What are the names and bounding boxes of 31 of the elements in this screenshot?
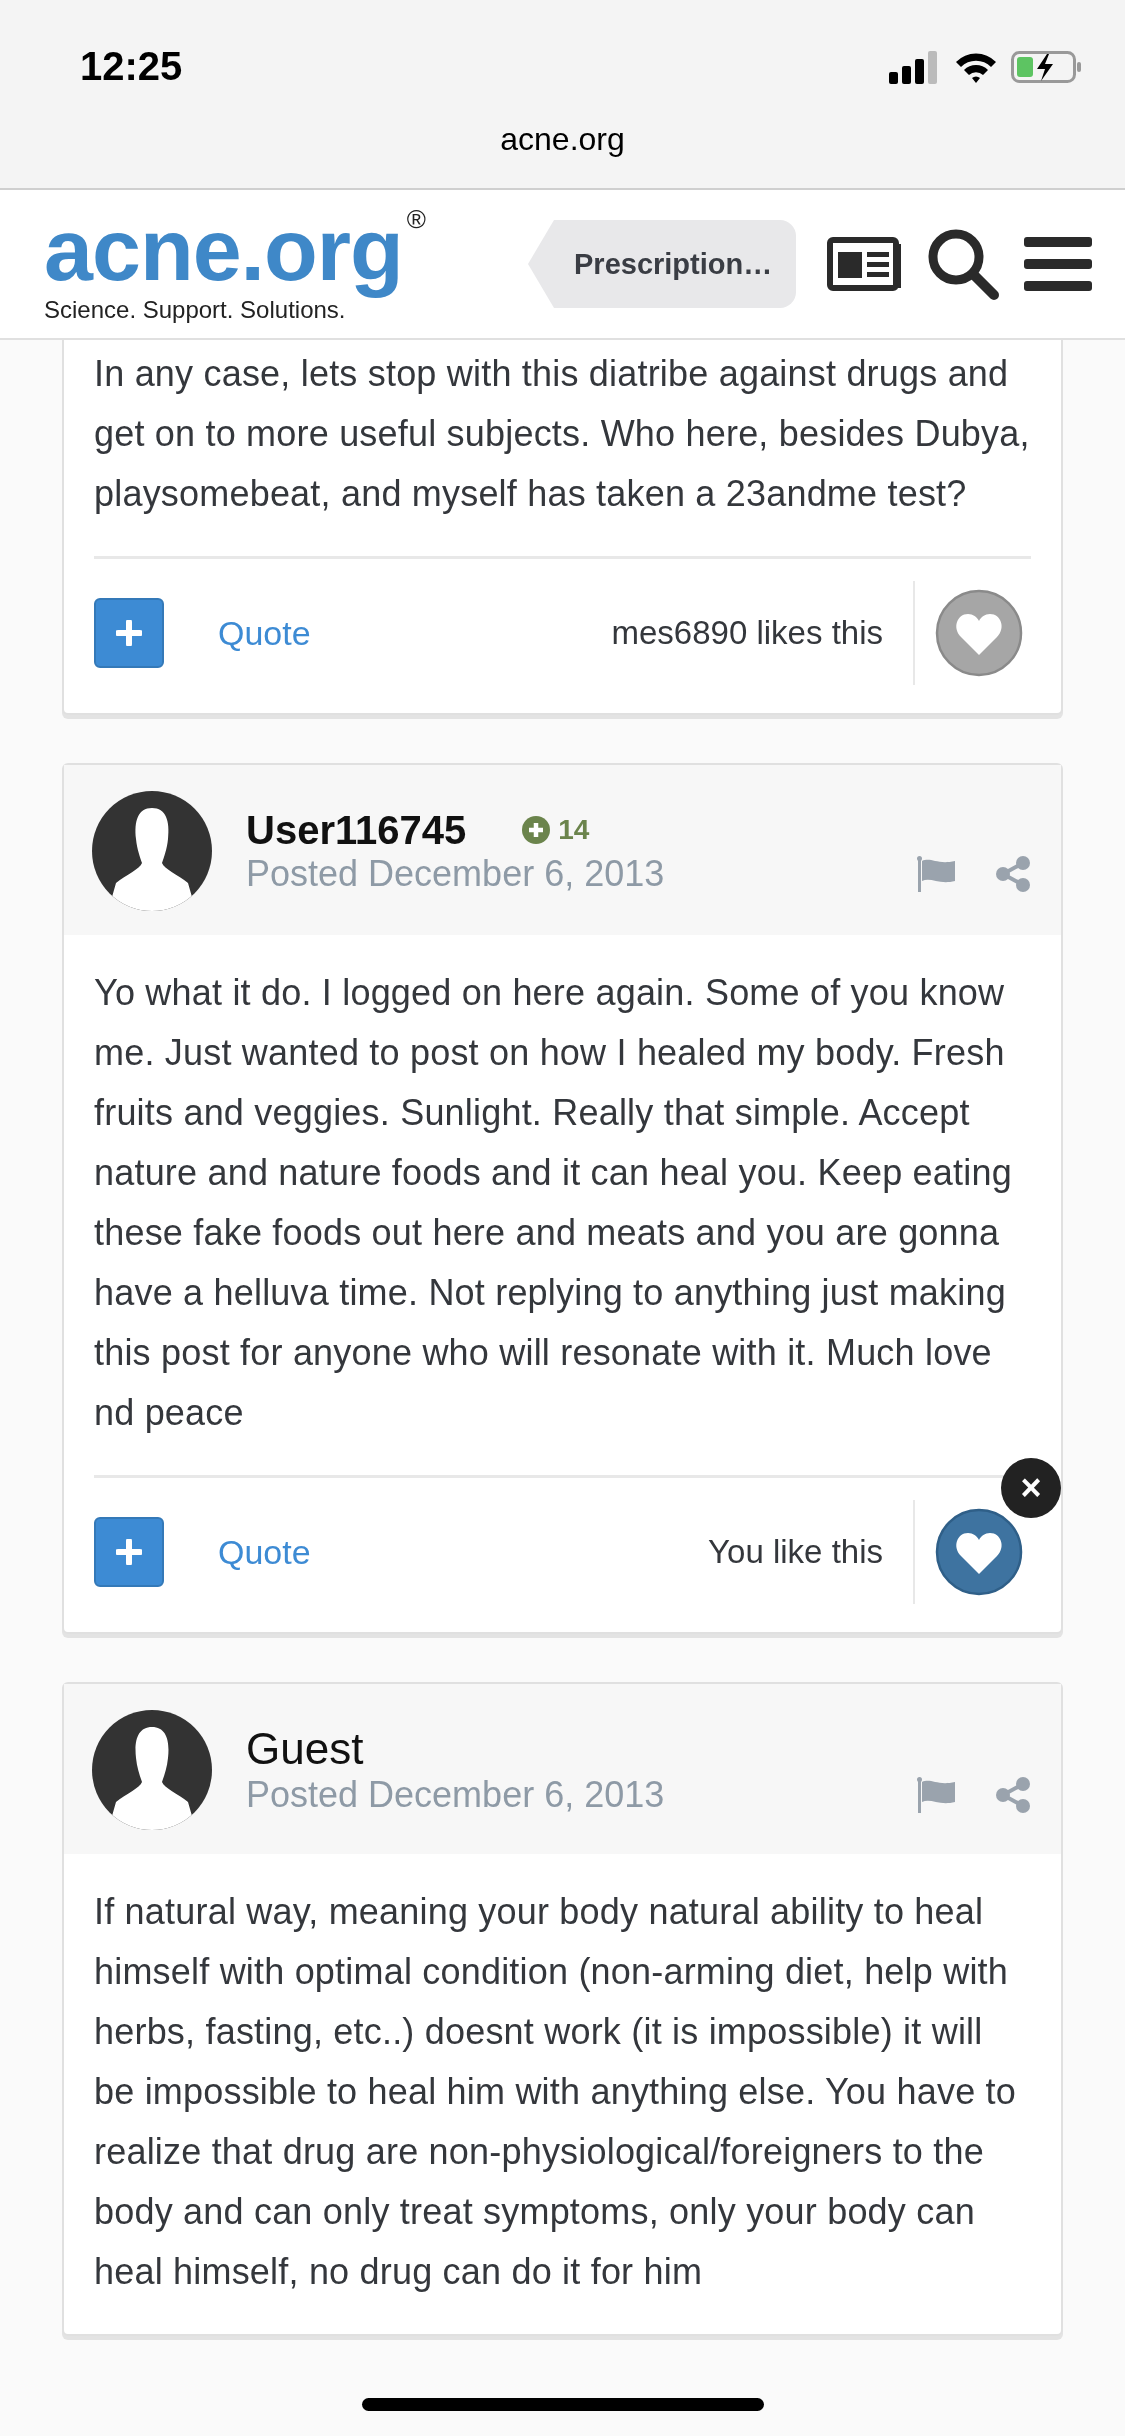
- flag-icon[interactable]: [917, 855, 957, 892]
- likes-text: mes6890 likes this: [611, 614, 884, 652]
- breadcrumb-button[interactable]: Prescription…: [528, 220, 797, 308]
- quote-link[interactable]: Quote: [218, 1532, 311, 1572]
- plus-circle-icon: [522, 816, 551, 844]
- registered-mark: ®: [406, 204, 426, 235]
- logo-wordmark: acne.org: [44, 204, 403, 296]
- reputation-count: 14: [558, 814, 590, 846]
- plus-icon: [116, 620, 142, 646]
- site-logo[interactable]: acne.org® Science. Support. Solutions.: [44, 204, 504, 324]
- menu-icon[interactable]: [1024, 235, 1093, 293]
- quote-link[interactable]: Quote: [218, 613, 311, 653]
- address-bar[interactable]: acne.org: [492, 121, 633, 158]
- battery-icon: [1011, 49, 1083, 84]
- post-text: In any case, lets stop with this diatribe against drugs and get on to more useful subjects. Who here, besides Dubya, playsomebeat, and myself has taken a 23andme test?: [94, 352, 1031, 516]
- logo-tagline: Science. Support. Solutions.: [44, 296, 346, 324]
- status-time: 12:25: [80, 44, 183, 89]
- newspaper-icon[interactable]: [826, 236, 903, 292]
- post-text: If natural way, meaning your body natural ability to heal himself with optimal condition (non-arming diet, help with herbs, fasting, etc..) doesnt work (it is impossible) it will be impossible to heal him with anything else. You have to realize that drug are non-physiological/foreigners to the body and can only treat symptoms, only your body can heal himself, no drug can do it for him: [94, 1890, 1017, 2294]
- flag-icon[interactable]: [917, 1777, 957, 1813]
- multiquote-button[interactable]: [94, 598, 164, 668]
- plus-icon: [116, 1539, 142, 1565]
- multiquote-button[interactable]: [94, 1517, 164, 1587]
- search-icon[interactable]: [926, 227, 1001, 301]
- share-icon[interactable]: [995, 855, 1031, 892]
- share-icon[interactable]: [995, 1777, 1031, 1813]
- author-name[interactable]: Guest: [246, 1724, 364, 1774]
- likes-text: You like this: [708, 1533, 884, 1571]
- author-name[interactable]: User116745: [246, 807, 467, 853]
- close-button[interactable]: ×: [1001, 1458, 1061, 1518]
- post-text: Yo what it do. I logged on here again. Some of you know me. Just wanted to post on how I healed my body. Fresh fruits and veggies. Sunlight. Really that simple. Accept nature and nature foods and it can heal you. Keep eating these fake foods out here and meats and you are gonna have a helluva time. Not replying to anything just making this post for anyone who will resonate with it. Much love nd peace: [94, 971, 1013, 1435]
